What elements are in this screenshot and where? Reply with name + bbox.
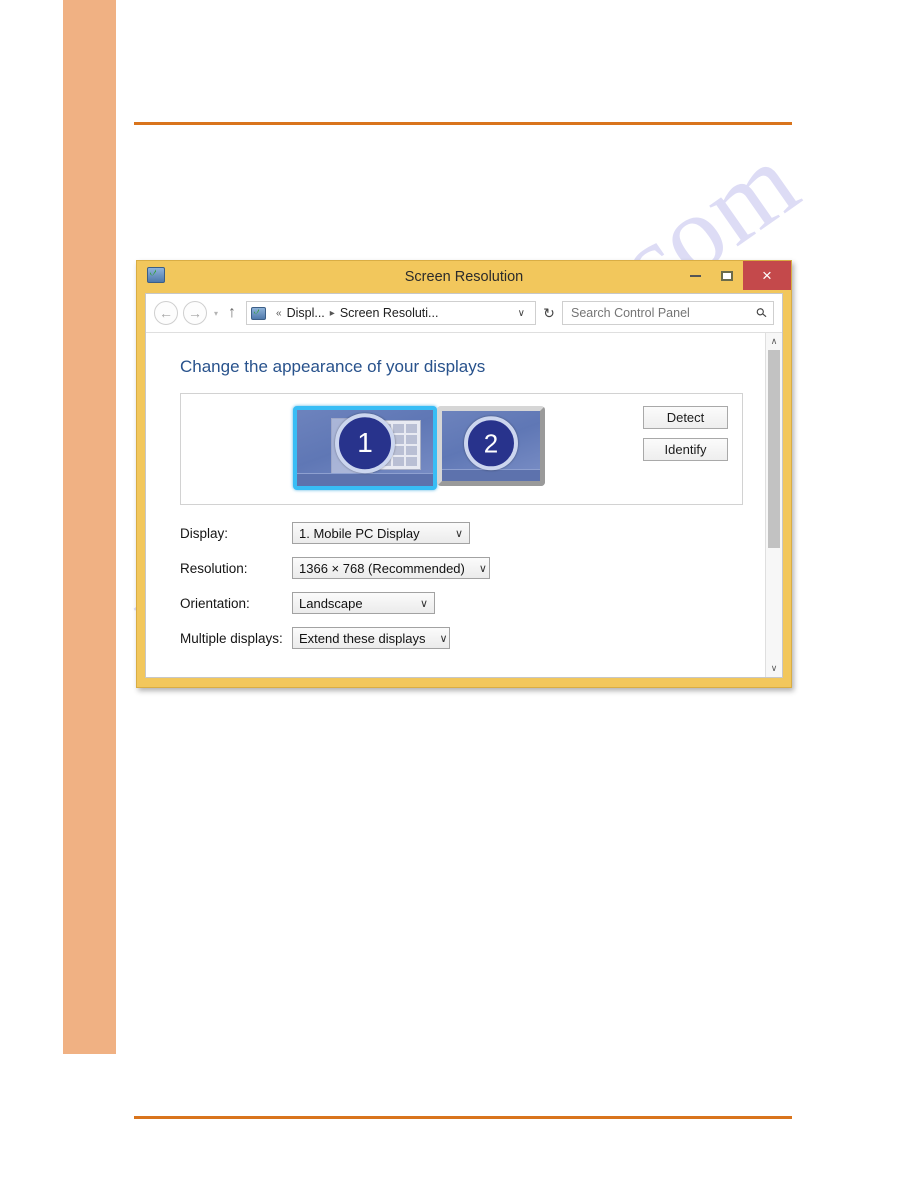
address-display-icon [251, 306, 267, 320]
form-row-resolution: Resolution: 1366 × 768 (Recommended) ∨ [180, 557, 743, 579]
scroll-up-icon[interactable]: ∧ [766, 333, 782, 350]
orientation-select-value: Landscape [299, 595, 363, 611]
scrollbar-thumb[interactable] [768, 350, 780, 549]
monitor-1-number-badge: 1 [335, 413, 395, 474]
display-monitor-icon [147, 267, 165, 283]
form-row-orientation: Orientation: Landscape ∨ [180, 592, 743, 614]
back-button[interactable]: ← [154, 301, 178, 325]
resolution-select-value: 1366 × 768 (Recommended) [299, 560, 465, 576]
breadcrumb-item-display[interactable]: Displ... [287, 306, 325, 320]
page-side-band [63, 0, 116, 1054]
content-area: Change the appearance of your displays 1… [146, 333, 765, 677]
maximize-button[interactable] [711, 261, 743, 290]
chevron-down-icon: ∨ [419, 597, 428, 610]
navigation-bar: ← → ▾ ↑ « Displ... ▸ Screen Resoluti... … [146, 294, 782, 332]
forward-button[interactable]: → [183, 301, 207, 325]
search-box[interactable]: ⚲ [562, 301, 774, 325]
monitor-arrangement: 1 2 [293, 406, 545, 490]
content-scroll-region: Change the appearance of your displays 1… [146, 332, 782, 677]
screen-resolution-window: Screen Resolution × ← → ▾ ↑ « Displ... ▸… [136, 260, 792, 688]
display-panel-buttons: Detect Identify [643, 406, 728, 461]
display-label: Display: [180, 525, 229, 541]
window-titlebar: Screen Resolution × [137, 261, 791, 293]
resolution-label: Resolution: [180, 560, 248, 576]
chevron-down-icon: ∨ [478, 562, 487, 575]
breadcrumb-separator-icon: ▸ [329, 307, 335, 319]
minimize-button[interactable] [679, 261, 711, 290]
chevron-down-icon: ∨ [439, 632, 448, 645]
multiple-displays-select-value: Extend these displays [299, 630, 426, 646]
breadcrumb-prefix: « [276, 307, 282, 319]
breadcrumb-item-screen-resolution[interactable]: Screen Resoluti... [340, 306, 439, 320]
form-row-display: Display: 1. Mobile PC Display ∨ [180, 522, 743, 544]
vertical-scrollbar[interactable]: ∧ ∨ [765, 333, 782, 677]
detect-button[interactable]: Detect [643, 406, 728, 429]
scrollbar-track[interactable] [766, 350, 782, 660]
monitor-thumbnail-2[interactable]: 2 [437, 406, 545, 486]
orientation-select[interactable]: Landscape ∨ [292, 592, 435, 614]
monitor-2-number-badge: 2 [464, 416, 518, 471]
scroll-down-icon[interactable]: ∨ [766, 660, 782, 677]
footer-rule [134, 1116, 792, 1119]
display-select-value: 1. Mobile PC Display [299, 525, 420, 541]
display-arrangement-panel: 1 2 Detect Identify [180, 393, 743, 505]
monitor-thumbnail-1[interactable]: 1 [293, 406, 437, 490]
page-title: Change the appearance of your displays [180, 357, 486, 376]
monitor-1-taskbar-dots [397, 473, 423, 479]
display-settings-form: Display: 1. Mobile PC Display ∨ Resoluti… [180, 522, 743, 649]
display-select[interactable]: 1. Mobile PC Display ∨ [292, 522, 470, 544]
address-bar[interactable]: « Displ... ▸ Screen Resoluti... ∨ [246, 301, 536, 325]
window-client-area: ← → ▾ ↑ « Displ... ▸ Screen Resoluti... … [145, 293, 783, 678]
recent-locations-caret-icon[interactable]: ▾ [214, 309, 218, 318]
multiple-displays-select[interactable]: Extend these displays ∨ [292, 627, 450, 649]
address-chevron-down-icon[interactable]: ∨ [512, 308, 531, 319]
identify-button[interactable]: Identify [643, 438, 728, 461]
header-rule [134, 122, 792, 125]
up-button[interactable]: ↑ [228, 304, 236, 322]
multiple-displays-label: Multiple displays: [180, 630, 283, 646]
search-input[interactable] [569, 305, 758, 321]
window-controls: × [679, 261, 791, 290]
form-row-multiple-displays: Multiple displays: Extend these displays… [180, 627, 743, 649]
refresh-icon[interactable]: ↻ [536, 305, 562, 322]
chevron-down-icon: ∨ [454, 527, 463, 540]
orientation-label: Orientation: [180, 595, 250, 611]
close-button[interactable]: × [743, 261, 791, 290]
resolution-select[interactable]: 1366 × 768 (Recommended) ∨ [292, 557, 490, 579]
